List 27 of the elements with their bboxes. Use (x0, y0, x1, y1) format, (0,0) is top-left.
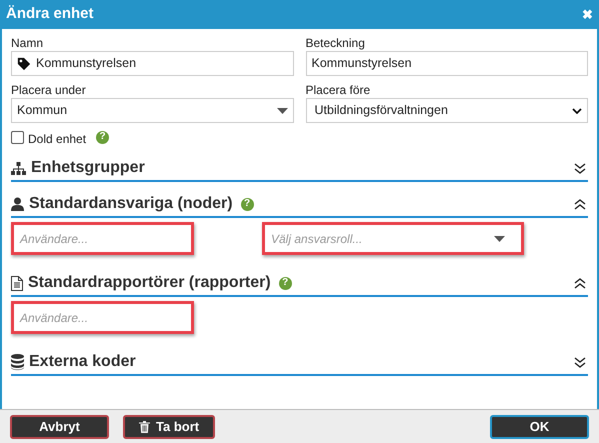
dropdown-caret-icon (494, 236, 505, 242)
input-field[interactable]: Kommunstyrelsen (306, 51, 588, 76)
tag-icon (17, 56, 31, 70)
hierarchy-icon (11, 162, 26, 174)
section-header[interactable]: Enhetsgrupper (11, 158, 588, 182)
field-label: Placera före (306, 82, 372, 98)
section-header[interactable]: Standardansvariga (noder) ? (11, 194, 588, 218)
user-icon (11, 197, 24, 211)
trash-icon (139, 420, 150, 432)
input-field[interactable]: Kommunstyrelsen (11, 51, 294, 76)
action-button[interactable]: Ta bort (123, 414, 216, 438)
dropdown-caret-icon (276, 108, 288, 114)
dialog-title: Ändra enhet (6, 4, 94, 24)
action-button[interactable]: Avbryt (10, 414, 109, 438)
field-label: Beteckning (306, 35, 366, 51)
field-label: Namn (11, 35, 44, 51)
document-icon (11, 276, 23, 290)
database-icon (11, 354, 24, 370)
dropdown-field[interactable]: Kommun (11, 98, 294, 123)
ok-button[interactable]: OK (490, 414, 589, 438)
checkbox[interactable] (11, 130, 24, 144)
field-label: Placera under (11, 82, 87, 98)
select-field[interactable]: Utbildningsförvaltningen (306, 98, 588, 123)
section-header[interactable]: Standardrapportörer (rapporter) ? (11, 273, 588, 297)
checkbox-label: Dold enhet (28, 131, 86, 148)
section-header[interactable]: Externa koder (11, 352, 588, 376)
chevron-down-icon (572, 108, 582, 114)
